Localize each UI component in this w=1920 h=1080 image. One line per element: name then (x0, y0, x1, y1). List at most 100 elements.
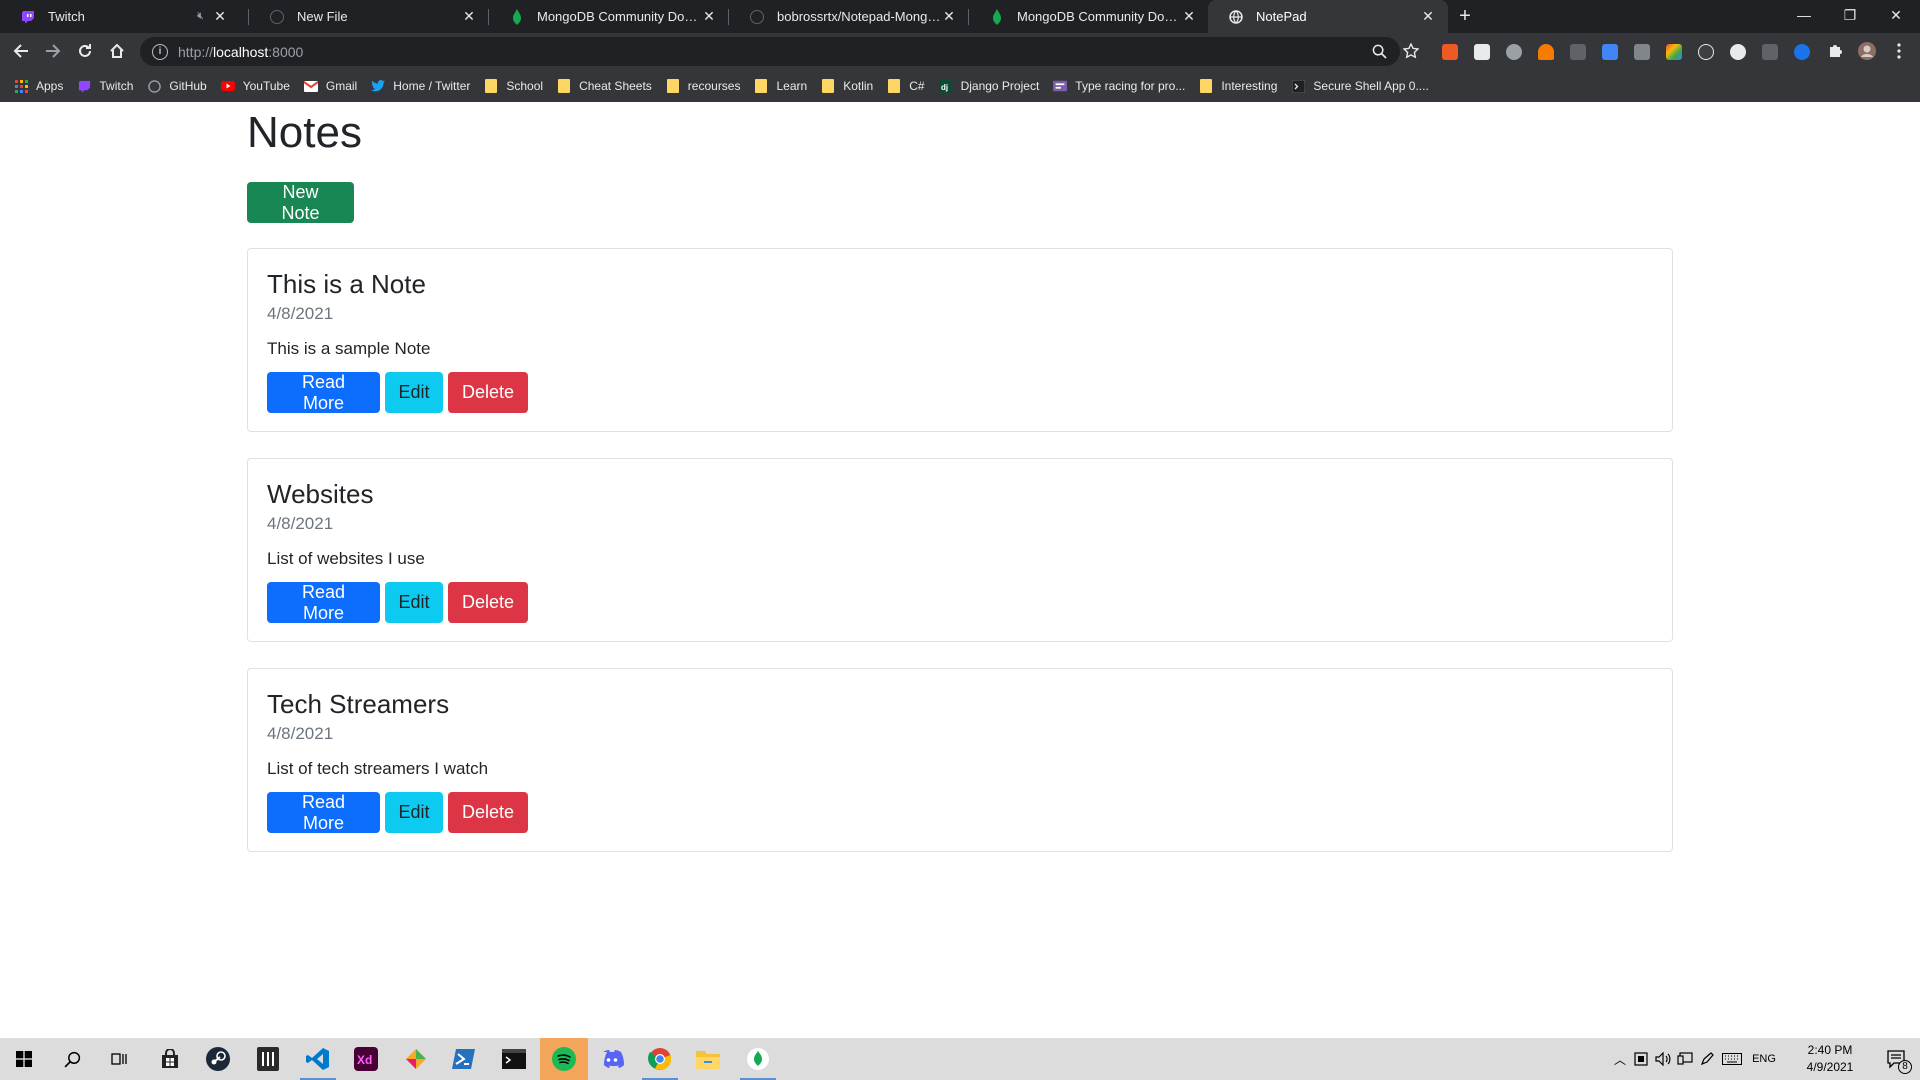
task-view-button[interactable] (96, 1038, 144, 1080)
extension-icon[interactable] (1442, 44, 1458, 60)
extension-icon[interactable] (1762, 44, 1778, 60)
pen-icon[interactable] (1696, 1052, 1718, 1066)
restore-button[interactable]: ❐ (1827, 0, 1873, 30)
delete-button[interactable]: Delete (448, 792, 528, 833)
delete-button[interactable]: Delete (448, 372, 528, 413)
clock[interactable]: 2:40 PM 4/9/2021 (1796, 1042, 1864, 1076)
taskbar-epic-games[interactable] (244, 1038, 292, 1080)
edit-button[interactable]: Edit (385, 372, 443, 413)
reload-button[interactable] (72, 38, 98, 64)
note-title: This is a Note (267, 269, 426, 299)
bookmark-star-button[interactable] (1398, 38, 1424, 64)
chevron-up-icon[interactable]: ︿ (1610, 1051, 1630, 1068)
taskbar-steam[interactable] (194, 1038, 242, 1080)
tab-mongodb-download-2[interactable]: MongoDB Community Download ✕ (969, 0, 1209, 33)
taskbar-file-explorer[interactable] (684, 1038, 732, 1080)
taskbar-figma[interactable] (392, 1038, 440, 1080)
input-language[interactable]: ENG (1746, 1053, 1782, 1065)
bookmark-secure-shell[interactable]: Secure Shell App 0.... (1291, 79, 1429, 93)
muted-speaker-icon[interactable]: 🔇︎ (197, 10, 204, 23)
new-note-button[interactable]: New Note (247, 182, 354, 223)
bookmark-typeracer[interactable]: Type racing for pro... (1053, 79, 1185, 93)
close-icon[interactable]: ✕ (461, 8, 477, 25)
zoom-button[interactable] (1366, 38, 1392, 64)
minimize-button[interactable]: — (1781, 0, 1827, 30)
bookmark-gmail[interactable]: Gmail (303, 79, 357, 93)
note-date: 4/8/2021 (267, 514, 334, 533)
site-info-icon[interactable]: i (152, 43, 168, 60)
tab-mongodb-download-1[interactable]: MongoDB Community Download ✕ (489, 0, 729, 33)
bookmark-youtube[interactable]: YouTube (220, 79, 290, 93)
bookmark-folder-csharp[interactable]: C# (887, 79, 925, 93)
bookmark-folder-cheat-sheets[interactable]: Cheat Sheets (557, 79, 652, 93)
spotify-icon (552, 1047, 576, 1071)
folder-icon (821, 79, 835, 93)
extension-icon[interactable] (1794, 44, 1810, 60)
taskbar-chrome[interactable] (636, 1038, 684, 1080)
bookmark-folder-recourses[interactable]: recourses (666, 79, 740, 93)
browser-menu-button[interactable] (1886, 38, 1912, 64)
back-button[interactable] (8, 38, 34, 64)
new-tab-button[interactable]: + (1453, 4, 1477, 28)
close-icon[interactable]: ✕ (941, 8, 957, 25)
speaker-icon[interactable] (1652, 1052, 1674, 1066)
read-more-button[interactable]: Read More (267, 792, 380, 833)
bookmark-folder-kotlin[interactable]: Kotlin (821, 79, 873, 93)
github-icon (269, 9, 285, 25)
taskbar-adobe-xd[interactable]: Xd (342, 1038, 390, 1080)
extension-icon[interactable] (1506, 44, 1522, 60)
start-button[interactable] (0, 1038, 48, 1080)
bookmark-django-project[interactable]: dj Django Project (939, 79, 1039, 93)
network-icon[interactable] (1674, 1052, 1696, 1066)
read-more-button[interactable]: Read More (267, 582, 380, 623)
action-center-button[interactable]: 8 (1872, 1038, 1920, 1080)
taskbar-microsoft-store[interactable] (146, 1038, 194, 1080)
bookmark-apps[interactable]: Apps (14, 79, 63, 93)
tab-notepad[interactable]: NotePad ✕ (1208, 0, 1448, 33)
extension-icon[interactable] (1474, 44, 1490, 60)
bookmark-twitch[interactable]: Twitch (77, 79, 133, 93)
taskbar-mongodb-compass[interactable] (734, 1038, 782, 1080)
bookmark-twitter[interactable]: Home / Twitter (371, 79, 470, 93)
tab-new-file[interactable]: New File ✕ (249, 0, 489, 33)
read-more-button[interactable]: Read More (267, 372, 380, 413)
keyboard-icon[interactable] (1718, 1053, 1746, 1065)
close-icon[interactable]: ✕ (1420, 8, 1436, 25)
arrow-left-icon (13, 44, 28, 58)
close-icon[interactable]: ✕ (1181, 8, 1197, 25)
edit-button[interactable]: Edit (385, 582, 443, 623)
taskbar-terminal[interactable] (490, 1038, 538, 1080)
taskbar-spotify[interactable] (540, 1038, 588, 1080)
extension-icon[interactable] (1570, 44, 1586, 60)
powershell-icon (452, 1049, 475, 1069)
extension-icon[interactable] (1730, 44, 1746, 60)
close-icon[interactable]: ✕ (212, 8, 228, 25)
profile-avatar[interactable] (1854, 38, 1880, 64)
home-button[interactable] (104, 38, 130, 64)
delete-button[interactable]: Delete (448, 582, 528, 623)
extension-icon[interactable] (1538, 44, 1554, 60)
taskbar-discord[interactable] (588, 1038, 636, 1080)
bookmark-folder-school[interactable]: School (484, 79, 543, 93)
extension-icon[interactable] (1666, 44, 1682, 60)
extension-icon[interactable] (1698, 44, 1714, 60)
note-body: This is a sample Note (267, 339, 431, 358)
note-title: Tech Streamers (267, 689, 450, 719)
close-icon[interactable]: ✕ (701, 8, 717, 25)
extension-icon[interactable] (1634, 44, 1650, 60)
search-button[interactable] (48, 1038, 96, 1080)
bookmark-github[interactable]: GitHub (147, 79, 207, 93)
tab-twitch[interactable]: Twitch 🔇︎ ✕ (0, 0, 240, 33)
address-bar[interactable]: i http://localhost:8000 (140, 37, 1400, 66)
forward-button[interactable] (40, 38, 66, 64)
taskbar-vscode[interactable] (294, 1038, 342, 1080)
tab-github-repo[interactable]: bobrossrtx/Notepad-MongoDB-Django ✕ (729, 0, 969, 33)
tray-app-icon[interactable] (1630, 1052, 1652, 1066)
close-window-button[interactable]: ✕ (1873, 0, 1919, 30)
extension-icon[interactable] (1602, 44, 1618, 60)
taskbar-powershell[interactable] (440, 1038, 488, 1080)
bookmark-folder-interesting[interactable]: Interesting (1199, 79, 1277, 93)
bookmark-folder-learn[interactable]: Learn (754, 79, 807, 93)
edit-button[interactable]: Edit (385, 792, 443, 833)
extensions-button[interactable] (1822, 38, 1848, 64)
